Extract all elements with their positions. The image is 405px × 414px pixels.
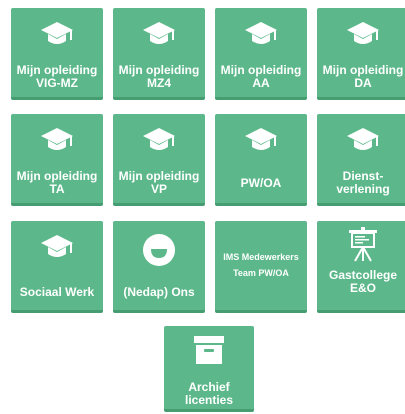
- tile-mijn-opleiding-da[interactable]: Mijn opleiding DA: [317, 8, 405, 100]
- tile-mijn-opleiding-aa[interactable]: Mijn opleiding AA: [215, 8, 307, 100]
- tile-nedap-ons[interactable]: (Nedap) Ons: [113, 221, 205, 313]
- tile-label: Mijn opleiding DA: [322, 63, 404, 90]
- graduation-cap-icon: [347, 22, 379, 44]
- tile-sociaal-werk[interactable]: Sociaal Werk: [11, 221, 103, 313]
- tile-label: PW/OA: [240, 176, 282, 190]
- archive-box-icon: [194, 336, 224, 364]
- tile-label: Gastcollege E&O: [328, 268, 398, 295]
- tile-archief-licenties[interactable]: Archief licenties: [164, 326, 254, 412]
- tile-label: Dienst-verlening: [336, 169, 390, 196]
- graduation-cap-icon: [347, 128, 379, 150]
- graduation-cap-icon: [41, 235, 73, 257]
- tile-pw-oa[interactable]: PW/OA: [215, 114, 307, 206]
- tile-label: Mijn opleiding MZ4: [118, 63, 200, 90]
- graduation-cap-icon: [41, 128, 73, 150]
- tile-label: Mijn opleiding TA: [16, 169, 98, 196]
- graduation-cap-icon: [41, 22, 73, 44]
- tile-label: Mijn opleiding VP: [118, 169, 200, 196]
- presentation-easel-icon: [349, 227, 377, 262]
- smiley-icon: [143, 234, 175, 266]
- tile-mijn-opleiding-vp[interactable]: Mijn opleiding VP: [113, 114, 205, 206]
- tile-gastcollege-eo[interactable]: Gastcollege E&O: [317, 221, 405, 313]
- graduation-cap-icon: [143, 128, 175, 150]
- tile-ims-medewerkers[interactable]: IMS Medewerkers Team PW/OA: [215, 221, 307, 313]
- tile-label: Mijn opleiding AA: [220, 63, 302, 90]
- tile-mijn-opleiding-mz4[interactable]: Mijn opleiding MZ4: [113, 8, 205, 100]
- graduation-cap-icon: [245, 22, 277, 44]
- tile-label: Mijn opleiding VIG-MZ: [16, 63, 98, 90]
- tile-label: IMS Medewerkers Team PW/OA: [223, 252, 299, 278]
- tile-mijn-opleiding-ta[interactable]: Mijn opleiding TA: [11, 114, 103, 206]
- graduation-cap-icon: [245, 128, 277, 150]
- tile-label: Sociaal Werk: [19, 285, 95, 299]
- tile-dienstverlening[interactable]: Dienst-verlening: [317, 114, 405, 206]
- tile-mijn-opleiding-vig-mz[interactable]: Mijn opleiding VIG-MZ: [11, 8, 103, 100]
- graduation-cap-icon: [143, 22, 175, 44]
- tile-label: Archief licenties: [184, 380, 234, 407]
- tile-label: (Nedap) Ons: [123, 285, 195, 299]
